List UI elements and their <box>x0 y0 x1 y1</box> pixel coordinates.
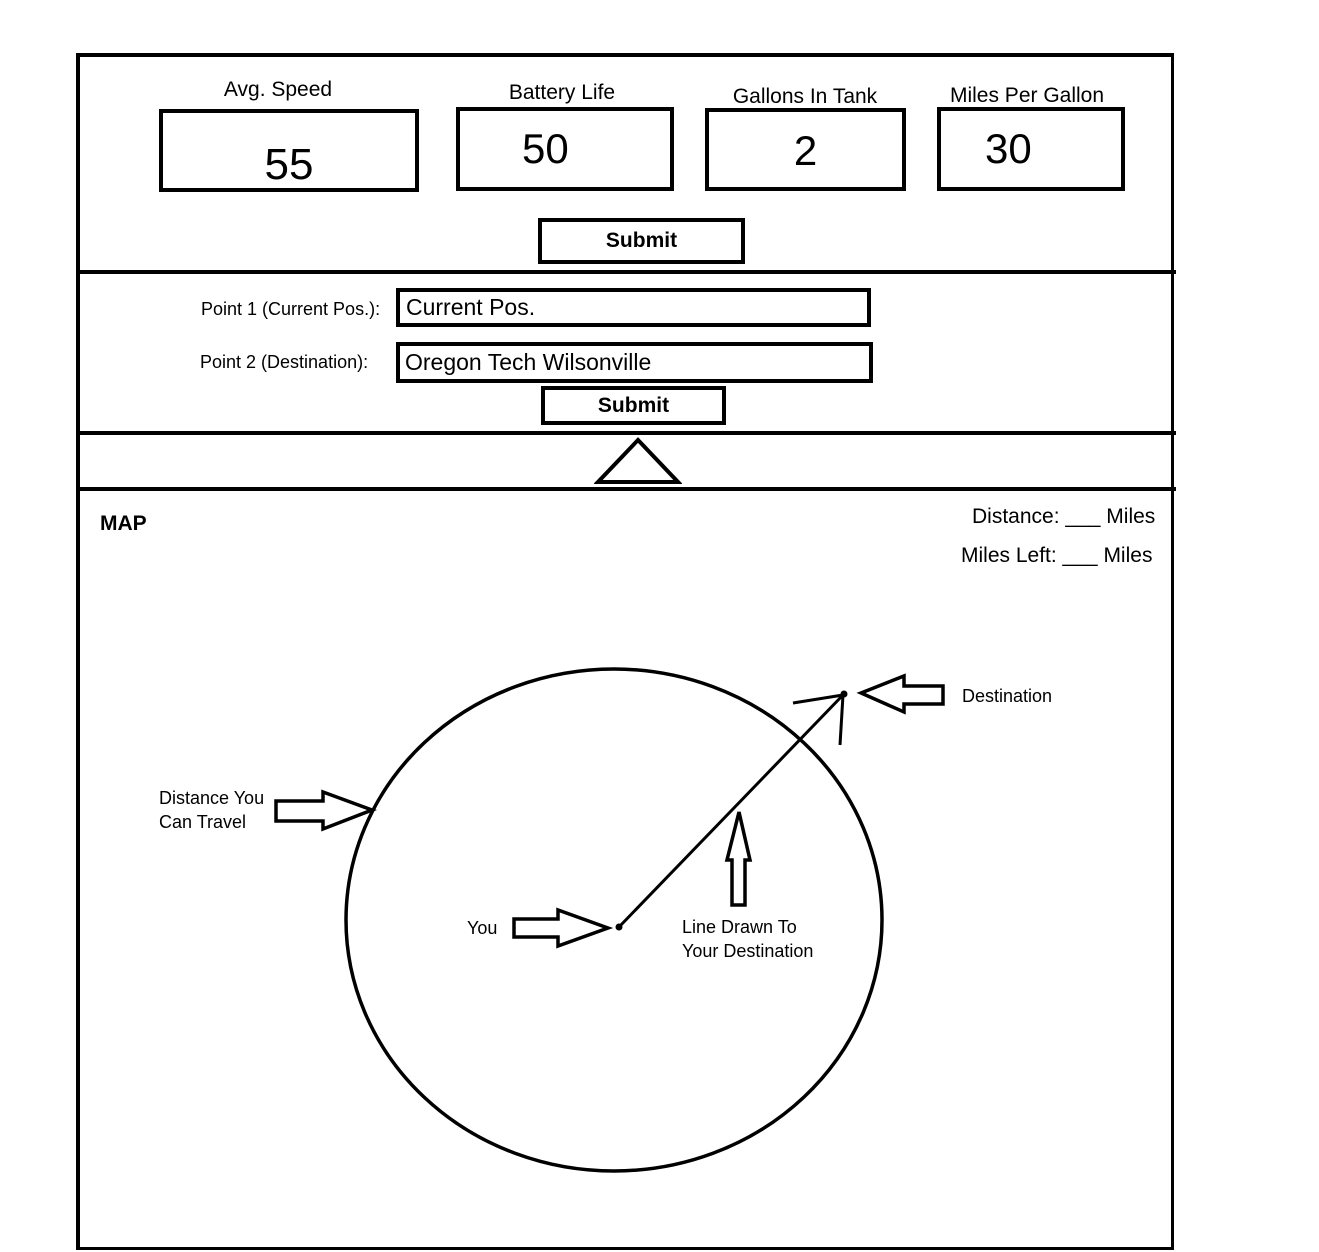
range-annotation-line1: Distance You <box>159 788 265 808</box>
collapse-toggle-button[interactable] <box>594 436 682 486</box>
divider-route-toggle <box>76 431 1176 435</box>
range-annotation-line2: Can Travel <box>159 812 247 832</box>
battery-life-field[interactable]: 50 <box>456 107 674 191</box>
route-submit-button[interactable]: Submit <box>541 386 726 425</box>
miles-left-readout: Miles Left: ___ Miles <box>961 544 1152 568</box>
point2-input[interactable]: Oregon Tech Wilsonville <box>396 342 873 383</box>
battery-life-label: Battery Life <box>508 81 616 104</box>
miles-left-label: Miles Left: <box>961 544 1057 567</box>
map-title: MAP <box>100 512 147 535</box>
you-annotation: You <box>467 918 498 938</box>
distance-unit: Miles <box>1106 505 1156 528</box>
miles-left-value: ___ <box>1062 544 1098 567</box>
divider-metrics-route <box>76 270 1176 274</box>
gallons-in-tank-field[interactable]: 2 <box>705 108 906 191</box>
route-line-annotation: Line Drawn To Your Destination <box>682 915 813 963</box>
point2-label: Point 2 (Destination): <box>200 352 369 372</box>
gallons-in-tank-label: Gallons In Tank <box>732 85 878 108</box>
range-annotation: Distance You Can Travel <box>159 786 264 834</box>
triangle-up-icon <box>594 437 682 484</box>
miles-left-unit: Miles <box>1103 544 1153 567</box>
distance-readout: Distance: ___ Miles <box>972 505 1155 529</box>
distance-label: Distance: <box>972 505 1060 528</box>
point1-label: Point 1 (Current Pos.): <box>201 299 381 319</box>
metrics-submit-button[interactable]: Submit <box>538 218 745 264</box>
miles-per-gallon-label: Miles Per Gallon <box>949 84 1105 107</box>
divider-toggle-map <box>76 487 1176 491</box>
avg-speed-label: Avg. Speed <box>223 78 333 101</box>
distance-value: ___ <box>1065 505 1101 528</box>
avg-speed-field[interactable]: 55 <box>159 109 419 192</box>
route-line-annotation-line1: Line Drawn To <box>682 917 797 937</box>
destination-annotation: Destination <box>962 686 1053 706</box>
route-line-annotation-line2: Your Destination <box>682 941 814 961</box>
point1-input[interactable]: Current Pos. <box>396 288 871 327</box>
miles-per-gallon-field[interactable]: 30 <box>937 107 1125 191</box>
